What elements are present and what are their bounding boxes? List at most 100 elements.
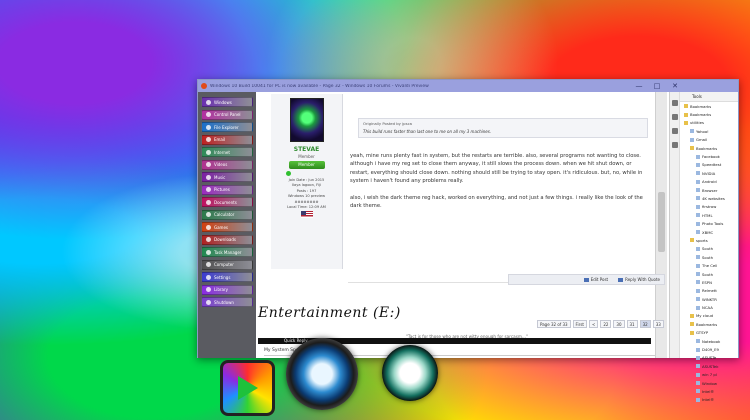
launcher-button[interactable]: Videos	[201, 159, 253, 170]
bookmark-item[interactable]: Yahoo!	[680, 127, 738, 135]
launcher-button-icon	[206, 137, 211, 142]
bookmark-label: Intel®	[702, 388, 715, 394]
bookmark-label: XBMC	[702, 229, 714, 235]
bookmark-item[interactable]: XBMC	[680, 228, 738, 236]
launcher-button[interactable]: File Explorer	[201, 122, 253, 132]
taskbar	[0, 398, 750, 420]
launcher-button-label: Library	[214, 287, 228, 292]
bookmark-item[interactable]: Android	[680, 178, 738, 186]
bookmark-folder[interactable]: Bookmarks	[680, 102, 738, 110]
content-scrollbar[interactable]	[655, 92, 667, 358]
launcher-button[interactable]: Documents	[201, 197, 253, 207]
page-icon	[690, 137, 694, 142]
launcher-button[interactable]: Task Manager	[201, 247, 253, 257]
bookmark-item[interactable]: Browser	[680, 186, 738, 194]
page-icon	[696, 297, 700, 302]
member-badge: Member	[288, 161, 325, 169]
downloads-panel-icon[interactable]	[671, 114, 678, 120]
minimize-button[interactable]: —	[630, 80, 648, 92]
bookmark-item[interactable]: Photo Tools	[680, 219, 738, 227]
bookmark-item[interactable]: ESPN	[680, 278, 738, 286]
launcher-button[interactable]: Computer	[201, 259, 253, 270]
bookmark-item[interactable]: D409_E9	[680, 345, 738, 353]
close-button[interactable]: ✕	[666, 80, 684, 92]
bookmark-item[interactable]: The Cell	[680, 261, 738, 269]
window-titlebar[interactable]: Windows 10 Build 10041 for PC is now ava…	[198, 80, 738, 92]
bookmark-item[interactable]: Facebook	[680, 152, 738, 160]
launcher-button[interactable]: Control Panel	[201, 109, 253, 120]
launcher-button-label: Music	[214, 174, 226, 180]
headphones-app-icon[interactable]	[382, 345, 438, 401]
launcher-button[interactable]: Library	[201, 284, 253, 295]
bookmark-folder[interactable]: Bookmarks	[680, 320, 738, 328]
launcher-button-label: Settings	[214, 274, 231, 280]
page-icon	[696, 246, 700, 251]
page-link[interactable]: First	[572, 320, 587, 328]
bookmark-item[interactable]: win 7 pl	[680, 371, 738, 379]
launcher-button[interactable]: Shutdown	[201, 297, 253, 307]
history-panel-icon[interactable]	[671, 142, 678, 148]
bookmark-item[interactable]: NVIDIA	[680, 169, 738, 177]
launcher-button[interactable]: Music	[201, 172, 253, 182]
bookmarks-panel-icon[interactable]	[671, 100, 678, 106]
bookmark-item[interactable]: Relmett	[680, 287, 738, 295]
page-icon	[696, 171, 700, 176]
bookmark-item[interactable]: WINKTR	[680, 295, 738, 303]
bookmark-item[interactable]: South	[680, 253, 738, 261]
bookmark-item[interactable]: South	[680, 245, 738, 253]
bookmark-item[interactable]: ASUSTe	[680, 354, 738, 362]
bookmark-label: Photo Tools	[702, 221, 724, 227]
page-icon	[696, 372, 700, 377]
launcher-button-icon	[206, 212, 211, 217]
bookmark-folder[interactable]: Bookmarks	[680, 110, 738, 118]
page-link[interactable]: 30	[613, 320, 625, 328]
bookmark-folder[interactable]: GTSYP	[680, 329, 738, 337]
bookmark-label: NCAA	[702, 305, 713, 311]
reply-with-quote-button[interactable]: Reply With Quote	[618, 277, 660, 282]
bookmark-item[interactable]: South	[680, 270, 738, 278]
launcher-panel: Windows Control Panel File Explorer Email In…	[198, 92, 256, 358]
page-icon	[696, 339, 700, 344]
bookmark-item[interactable]: HTML	[680, 211, 738, 219]
notes-panel-icon[interactable]	[671, 128, 678, 134]
bookmark-item[interactable]: Notebook	[680, 337, 738, 345]
entertainment-banner: Entertainment (E:)	[258, 305, 401, 321]
bookmark-item[interactable]: Gmail	[680, 136, 738, 144]
bookmark-folder[interactable]: sports	[680, 236, 738, 244]
launcher-button[interactable]: Internet	[201, 147, 253, 157]
bookmark-folder[interactable]: utilities	[680, 119, 738, 127]
launcher-button-label: Downloads	[214, 237, 236, 242]
page-link[interactable]: 32	[639, 320, 651, 328]
bookmark-label: utilities	[690, 120, 704, 126]
bookmark-item[interactable]: NCAA	[680, 303, 738, 311]
bookmark-label: South	[702, 254, 714, 260]
tools-menu[interactable]: Tools	[692, 94, 702, 99]
page-link[interactable]: 22	[600, 320, 612, 328]
launcher-button[interactable]: Email	[201, 134, 253, 145]
scrollbar-thumb[interactable]	[658, 192, 665, 252]
bookmark-folder[interactable]: My cloud	[680, 312, 738, 320]
page-link[interactable]: 33	[652, 320, 664, 328]
avatar[interactable]	[289, 98, 324, 142]
maximize-button[interactable]: □	[648, 80, 666, 92]
launcher-button[interactable]: Games	[201, 222, 253, 232]
bookmark-item[interactable]: Window	[680, 379, 738, 387]
page-icon	[696, 213, 700, 218]
bookmark-folder[interactable]: Bookmarks	[680, 144, 738, 152]
launcher-button[interactable]: Downloads	[201, 234, 253, 245]
launcher-button[interactable]: Pictures	[201, 184, 253, 195]
launcher-button[interactable]: Windows	[201, 97, 253, 107]
folder-icon	[690, 146, 694, 151]
launcher-button[interactable]: Settings	[201, 272, 253, 282]
bookmark-item[interactable]: ASUSTek	[680, 362, 738, 370]
edit-post-button[interactable]: Edit Post	[583, 277, 608, 282]
page-link[interactable]: 31	[626, 320, 638, 328]
username[interactable]: STEVAE	[271, 146, 342, 153]
bookmark-item[interactable]: Speedtest	[680, 161, 738, 169]
launcher-button[interactable]: Calculator	[201, 209, 253, 220]
bookmark-label: Facebook	[702, 154, 720, 160]
bookmark-item[interactable]: Intel®	[680, 387, 738, 395]
bookmark-item[interactable]: 4K websites	[680, 194, 738, 202]
page-link[interactable]: <	[588, 320, 599, 328]
bookmark-item[interactable]: firstrow	[680, 203, 738, 211]
